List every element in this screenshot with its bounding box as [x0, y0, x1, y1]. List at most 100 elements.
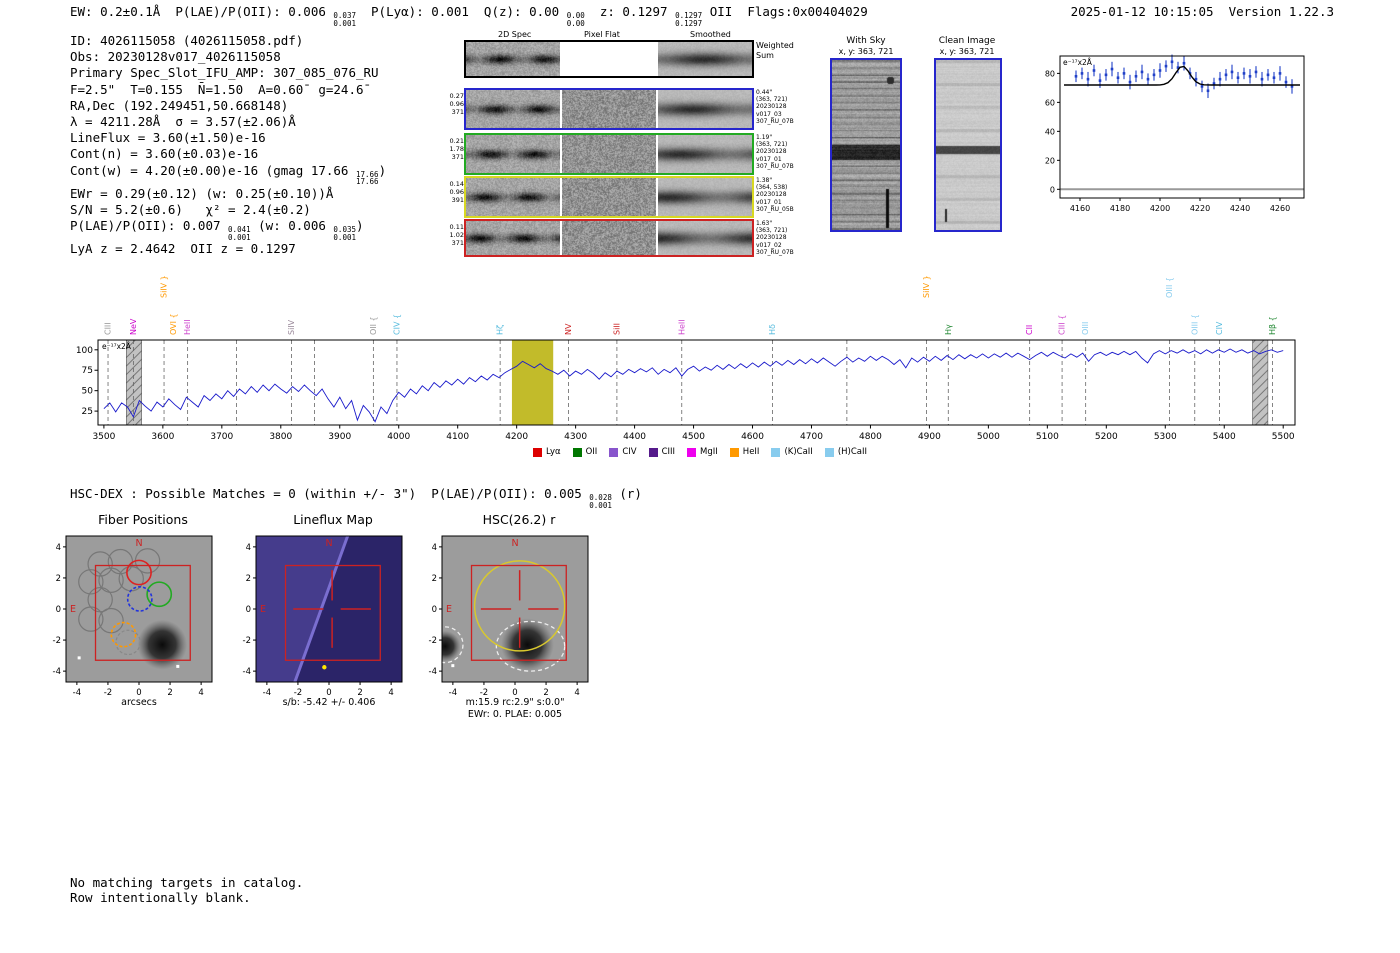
- legend-label: CIII: [661, 447, 676, 457]
- legend-swatch: [609, 447, 619, 457]
- cutout-flat-image: [562, 135, 656, 173]
- cutout-smooth-image: [658, 135, 752, 173]
- svg-text:4400: 4400: [623, 432, 646, 442]
- cutout-row: [464, 40, 754, 78]
- svg-text:4800: 4800: [859, 432, 882, 442]
- hsc-match-line: HSC-DEX : Possible Matches = 0 (within +…: [70, 486, 642, 510]
- stacked-uncertainty: 0.037 0.001: [333, 11, 356, 28]
- svg-text:-2: -2: [104, 688, 112, 696]
- cutout-smooth-image: [658, 221, 752, 255]
- svg-text:NeV: NeV: [129, 318, 138, 335]
- svg-text:5000: 5000: [977, 432, 1000, 442]
- legend-item: (K)CaII: [771, 447, 813, 457]
- svg-text:2: 2: [543, 688, 548, 696]
- svg-text:4: 4: [432, 543, 437, 553]
- legend-label: (K)CaII: [784, 447, 813, 457]
- hsc-map-title: HSC(26.2) r: [482, 512, 556, 527]
- svg-text:N: N: [511, 538, 518, 549]
- svg-text:E: E: [260, 604, 266, 615]
- svg-text:Hδ: Hδ: [768, 324, 777, 335]
- spec2d-cutout-grid: 2D Spec Pixel Flat Smoothed Weighted Sum…: [446, 28, 806, 260]
- info-line: EWr = 0.29(±0.12) (w: 0.25(±0.10))Å: [70, 185, 334, 201]
- svg-text:0: 0: [136, 688, 141, 696]
- cutout-row-right-labels: 1.19" (363, 721) 20230128 v017_01 307_RU…: [756, 134, 794, 170]
- svg-text:0: 0: [1050, 185, 1055, 194]
- svg-text:CII: CII: [1025, 325, 1034, 335]
- legend-item: HeII: [729, 447, 759, 457]
- cutout-row: [464, 88, 754, 130]
- svg-text:HeII: HeII: [183, 319, 192, 335]
- legend-item: CIII: [648, 447, 676, 457]
- info-line: S/N = 5.2(±0.6) χ² = 2.4(±0.2): [70, 201, 311, 217]
- svg-text:5100: 5100: [1036, 432, 1059, 442]
- cutout-blank: [562, 42, 656, 76]
- note-line-2: Row intentionally blank.: [70, 890, 251, 905]
- svg-text:4500: 4500: [682, 432, 705, 442]
- info-line: LineFlux = 3.60(±1.50)e-16: [70, 130, 266, 146]
- cutout-smooth-image: [658, 42, 752, 76]
- legend-swatch: [572, 447, 582, 457]
- cutout-row-right-labels: 1.63" (363, 721) 20230128 v017_02 307_RU…: [756, 220, 794, 256]
- svg-text:5500: 5500: [1272, 432, 1295, 442]
- cutout-flat-image: [562, 221, 656, 255]
- cutout-spec-image: [466, 90, 560, 128]
- clean-image: [934, 58, 1002, 232]
- svg-text:SiIV }: SiIV }: [160, 275, 169, 298]
- svg-text:5200: 5200: [1095, 432, 1118, 442]
- svg-text:-4: -4: [73, 688, 81, 696]
- legend-item: CIV: [609, 447, 637, 457]
- cutout-row-left-labels: 0.14 0.96 391: [449, 180, 464, 204]
- info-line: Cont(w) = 4.20(±0.00)e-16 (gmag 17.66 17…: [70, 162, 387, 187]
- clean-coords: x, y: 363, 721: [939, 47, 995, 56]
- cutout-row-left-labels: 0.21 1.78 371: [449, 137, 464, 161]
- stacked-uncertainty: 0.028 0.001: [589, 493, 612, 510]
- legend-label: OII: [585, 447, 598, 457]
- fiber-map-title: Fiber Positions: [98, 512, 188, 527]
- legend-item: (H)CaII: [824, 447, 867, 457]
- lineflux-xlabel: s/b: -5.42 +/- 0.406: [282, 697, 376, 708]
- lineflux-map: N E -4 -4 -2 -2 0 0 2 2 4 4: [243, 535, 403, 696]
- cutout-flat-image: [562, 90, 656, 128]
- svg-text:E: E: [446, 604, 452, 615]
- svg-text:50: 50: [82, 387, 94, 397]
- svg-text:N: N: [325, 538, 332, 549]
- svg-text:-2: -2: [294, 688, 302, 696]
- svg-text:4220: 4220: [1190, 204, 1210, 213]
- svg-text:OIII: OIII: [1081, 322, 1090, 335]
- col-title-2dspec: 2D Spec: [498, 30, 532, 39]
- clean-title: Clean Image: [938, 36, 996, 46]
- cutout-row-right-labels: 1.38" (364, 538) 20230128 v017_01 307_RU…: [756, 177, 794, 213]
- svg-text:80: 80: [1045, 69, 1055, 78]
- svg-text:-4: -4: [263, 688, 271, 696]
- cutout-spec-image: [466, 135, 560, 173]
- legend-swatch: [771, 447, 781, 457]
- fiber-xlabel: arcsecs: [121, 697, 157, 708]
- info-line: Obs: 20230128v017_4026115058: [70, 49, 281, 65]
- svg-text:-4: -4: [53, 667, 61, 677]
- svg-text:OIII {: OIII {: [1165, 277, 1174, 298]
- svg-text:60: 60: [1045, 98, 1055, 107]
- svg-text:3700: 3700: [210, 432, 233, 442]
- cutout-smooth-image: [658, 178, 752, 216]
- svg-text:2: 2: [56, 574, 61, 584]
- svg-text:e⁻¹⁷x2Å: e⁻¹⁷x2Å: [1063, 58, 1093, 67]
- svg-text:4100: 4100: [446, 432, 469, 442]
- svg-text:4700: 4700: [800, 432, 823, 442]
- svg-text:2: 2: [167, 688, 172, 696]
- cutout-row: [464, 176, 754, 218]
- cutout-flat-image: [562, 178, 656, 216]
- svg-text:2: 2: [246, 574, 251, 584]
- svg-text:4300: 4300: [564, 432, 587, 442]
- info-line: Cont(n) = 3.60(±0.03)e-16: [70, 146, 259, 162]
- withsky-image: [830, 58, 902, 232]
- svg-text:3500: 3500: [92, 432, 115, 442]
- timestamp-version: 2025-01-12 10:15:05 Version 1.22.3: [1070, 4, 1334, 19]
- svg-text:OIII {: OIII {: [1190, 314, 1199, 335]
- svg-text:4: 4: [246, 543, 251, 553]
- spectrum-plot: 3500 3600 3700 3800 3900 4000 4100 4200 4300 4400…: [76, 275, 1296, 442]
- withsky-title: With Sky: [846, 36, 886, 46]
- line-fit-plot: 4160 4180 4200 4220 4240 4260 0 20 40 60 80 e⁻¹⁷x2Å: [1045, 54, 1305, 213]
- svg-text:CIII: CIII: [104, 322, 113, 335]
- svg-text:4600: 4600: [741, 432, 764, 442]
- cutout-spec-image: [466, 221, 560, 255]
